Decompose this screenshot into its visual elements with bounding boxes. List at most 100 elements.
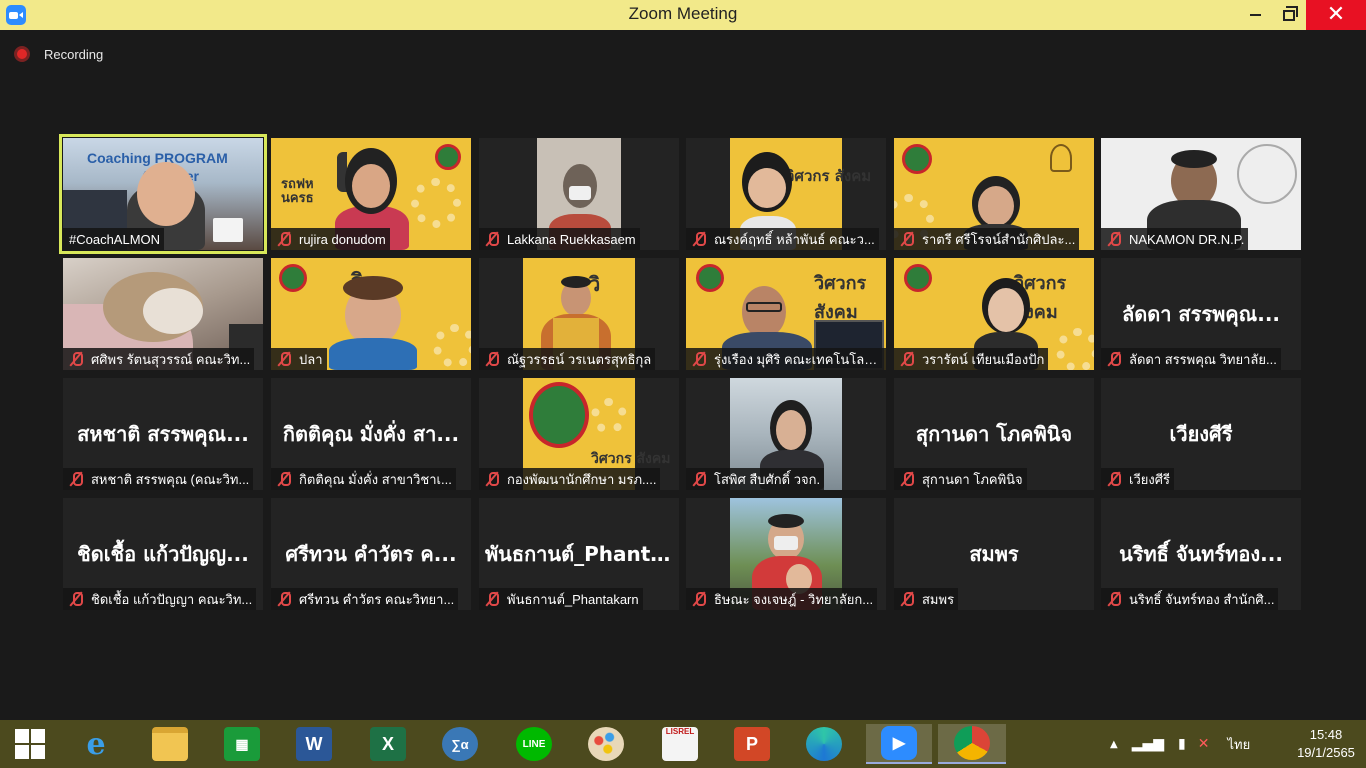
participant-name: วรารัตน์ เทียนเมืองปัก bbox=[922, 351, 1045, 367]
muted-mic-icon bbox=[900, 591, 914, 607]
participant-tile[interactable]: วิศวกร สังคม วรารัตน์ เทียนเมืองปัก bbox=[894, 258, 1094, 370]
taskbar-word[interactable]: W bbox=[286, 724, 342, 764]
participant-name-bar: rujira donudom bbox=[271, 228, 390, 250]
participant-name: NAKAMON DR.N.P. bbox=[1129, 231, 1245, 247]
muted-mic-icon bbox=[692, 471, 706, 487]
participant-tile[interactable]: สหชาติ สรรพคุณ... สหชาติ สรรพคุณ (คณะวิท… bbox=[63, 378, 263, 490]
participant-display-name: ลัดดา สรรพคุณ... bbox=[1121, 302, 1281, 326]
participant-tile[interactable]: วิศวกร สังคม กองพัฒนานักศึกษา มรภ.... bbox=[479, 378, 679, 490]
system-tray: ▲ ▂▄▆ ▮ ✕ ไทย bbox=[1110, 720, 1250, 768]
participant-tile[interactable]: นริทธิ์ จันทร์ทอง... นริทธิ์ จันทร์ทอง ส… bbox=[1101, 498, 1301, 610]
participant-tile[interactable]: ราตรี ศรีโรจน์สำนักศิปละ... bbox=[894, 138, 1094, 250]
participant-name-bar: สุกานดา โภคพินิจ bbox=[894, 468, 1027, 490]
participant-name: ณัฐวรรธน์ วรเนตรสุทธิกุล bbox=[507, 351, 652, 367]
network-icon[interactable]: ▂▄▆ bbox=[1132, 736, 1164, 752]
taskbar-powerpoint[interactable]: P bbox=[724, 724, 780, 764]
taskbar-zoom[interactable]: ▶ bbox=[866, 724, 932, 764]
close-button[interactable]: ✕ bbox=[1306, 0, 1366, 30]
muted-mic-icon bbox=[692, 351, 706, 367]
recording-label: Recording bbox=[44, 46, 104, 62]
participant-display-name: สหชาติ สรรพคุณ... bbox=[77, 422, 249, 446]
volume-muted-icon[interactable]: ✕ bbox=[1198, 736, 1210, 752]
participant-tile[interactable]: ลัดดา สรรพคุณ... ลัดดา สรรพคุณ วิทยาลัย.… bbox=[1101, 258, 1301, 370]
participant-name-bar: ณรงค์ฤทธิ์ หล้าพันธ์ คณะว... bbox=[686, 228, 879, 250]
participant-name: rujira donudom bbox=[299, 231, 386, 247]
taskbar-edge[interactable] bbox=[796, 724, 852, 764]
muted-mic-icon bbox=[69, 351, 83, 367]
participant-name-bar: นริทธิ์ จันทร์ทอง สำนักศิ... bbox=[1101, 588, 1279, 610]
chrome-icon bbox=[954, 726, 990, 760]
muted-mic-icon bbox=[900, 351, 914, 367]
participant-name-bar: ราตรี ศรีโรจน์สำนักศิปละ... bbox=[894, 228, 1080, 250]
taskbar-file-explorer[interactable] bbox=[142, 724, 198, 764]
muted-mic-icon bbox=[1107, 471, 1121, 487]
language-indicator[interactable]: ไทย bbox=[1227, 734, 1250, 755]
taskbar-math-input[interactable]: ∑α bbox=[432, 724, 488, 764]
participant-name-bar: #CoachALMON bbox=[63, 228, 165, 250]
participant-name: ราตรี ศรีโรจน์สำนักศิปละ... bbox=[922, 231, 1076, 247]
participant-name: กองพัฒนานักศึกษา มรภ.... bbox=[507, 471, 657, 487]
muted-mic-icon bbox=[1107, 591, 1121, 607]
taskbar-clock[interactable]: 15:48 19/1/2565 bbox=[1296, 726, 1356, 762]
participant-tile[interactable]: สมพร สมพร bbox=[894, 498, 1094, 610]
participant-name-bar: ศศิพร รัตนสุวรรณ์ คณะวิท... bbox=[63, 348, 255, 370]
show-hidden-icons-icon[interactable]: ▲ bbox=[1110, 739, 1118, 750]
taskbar-excel[interactable]: X bbox=[360, 724, 416, 764]
muted-mic-icon bbox=[485, 471, 499, 487]
participant-display-name: กิตติคุณ มั่งคั่ง สา... bbox=[282, 422, 460, 446]
participant-tile[interactable]: วิศวกร สังคม ณรงค์ฤทธิ์ หล้าพันธ์ คณะว..… bbox=[686, 138, 886, 250]
internet-explorer-icon: e bbox=[86, 726, 106, 762]
participant-tile[interactable]: ชิดเชื้อ แก้วปัญญ... ชิดเชื้อ แก้วปัญญา … bbox=[63, 498, 263, 610]
file-explorer-icon bbox=[152, 727, 188, 761]
participant-tile[interactable]: เวียงศีรี เวียงศีรี bbox=[1101, 378, 1301, 490]
participant-tile[interactable]: สุกานดา โภคพินิจ สุกานดา โภคพินิจ bbox=[894, 378, 1094, 490]
participant-tile[interactable]: ศศิพร รัตนสุวรรณ์ คณะวิท... bbox=[63, 258, 263, 370]
battery-icon[interactable]: ▮ bbox=[1178, 736, 1186, 752]
participant-name: เวียงศีรี bbox=[1129, 471, 1170, 487]
participant-tile[interactable]: NAKAMON DR.N.P. bbox=[1101, 138, 1301, 250]
participant-tile[interactable]: ศรีทวน คำวัตร ค... ศรีทวน คำวัตร คณะวิทย… bbox=[271, 498, 471, 610]
participant-display-name: นริทธิ์ จันทร์ทอง... bbox=[1119, 542, 1283, 566]
math-input-icon: ∑α bbox=[442, 727, 478, 761]
participant-name-bar: ลัดดา สรรพคุณ วิทยาลัย... bbox=[1101, 348, 1281, 370]
participant-name-bar: รุ่งเรือง มุศิริ คณะเทคโนโลย... bbox=[686, 348, 886, 370]
clock-time: 15:48 bbox=[1309, 727, 1343, 742]
title-bar: Zoom Meeting ✕ bbox=[0, 0, 1366, 30]
participant-tile[interactable]: Lakkana Ruekkasaem bbox=[479, 138, 679, 250]
participant-tile[interactable]: วิศวกร สังคม รุ่งเรือง มุศิริ คณะเทคโนโล… bbox=[686, 258, 886, 370]
window-title: Zoom Meeting bbox=[628, 4, 738, 23]
participant-name-bar: ชิดเชื้อ แก้วปัญญา คณะวิท... bbox=[63, 588, 257, 610]
logo-text: วิศวกร สังคม bbox=[814, 273, 867, 323]
participant-name-bar: NAKAMON DR.N.P. bbox=[1101, 228, 1249, 250]
participant-tile[interactable]: โสพิศ สืบศักดิ์ วจก. bbox=[686, 378, 886, 490]
taskbar-line[interactable]: LINE bbox=[506, 724, 562, 764]
lisrel-icon: LISREL bbox=[662, 727, 698, 761]
participant-tile[interactable]: วิ ปลา bbox=[271, 258, 471, 370]
taskbar-store[interactable]: ▦ bbox=[214, 724, 270, 764]
participant-tile[interactable]: Coaching PROGRAM for ner #CoachALMON bbox=[59, 134, 267, 254]
taskbar-internet-explorer[interactable]: e bbox=[68, 724, 124, 764]
participant-name: โสพิศ สืบศักดิ์ วจก. bbox=[714, 471, 821, 487]
restore-icon bbox=[1283, 5, 1298, 21]
start-button[interactable] bbox=[2, 724, 58, 764]
edge-icon bbox=[806, 727, 842, 761]
participant-display-name: ศรีทวน คำวัตร ค... bbox=[285, 542, 457, 566]
muted-mic-icon bbox=[900, 231, 914, 247]
participant-tile[interactable]: รถฟห นครธ rujira donudom bbox=[271, 138, 471, 250]
taskbar-lisrel[interactable]: LISREL bbox=[652, 724, 708, 764]
muted-mic-icon bbox=[277, 351, 291, 367]
windows-start-icon bbox=[15, 729, 45, 759]
taskbar-paint[interactable] bbox=[578, 724, 634, 764]
participant-name-bar: พันธกานต์_Phantakarn bbox=[479, 588, 643, 610]
participant-tile[interactable]: พันธกานต์_Phant... พันธกานต์_Phantakarn bbox=[479, 498, 679, 610]
recording-indicator[interactable]: Recording bbox=[14, 44, 103, 64]
participant-tile[interactable]: ธิษณะ จงเจษฎ์ - วิทยาลัยก... bbox=[686, 498, 886, 610]
participant-name-bar: ณัฐวรรธน์ วรเนตรสุทธิกุล bbox=[479, 348, 656, 370]
muted-mic-icon bbox=[692, 591, 706, 607]
participant-tile[interactable]: วิ ณัฐวรรธน์ วรเนตรสุทธิกุล bbox=[479, 258, 679, 370]
logo-text: วิศวกร สังคม bbox=[786, 167, 872, 185]
participant-name: Lakkana Ruekkasaem bbox=[507, 231, 636, 247]
participant-tile[interactable]: กิตติคุณ มั่งคั่ง สา... กิตติคุณ มั่งคั่… bbox=[271, 378, 471, 490]
muted-mic-icon bbox=[69, 591, 83, 607]
taskbar-chrome[interactable] bbox=[938, 724, 1006, 764]
